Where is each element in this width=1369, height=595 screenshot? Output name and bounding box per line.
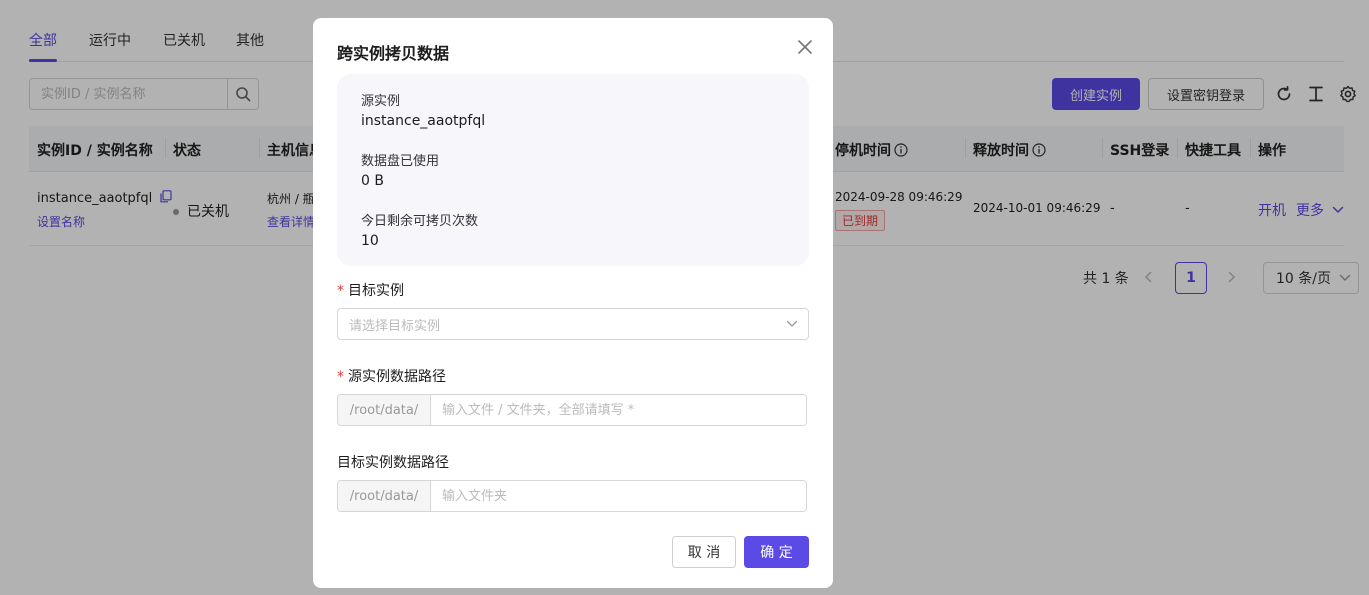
required-mark: * [337, 283, 344, 299]
target-path-input[interactable] [431, 481, 806, 511]
source-path-input[interactable] [431, 395, 806, 425]
source-instance-value: instance_aaotpfql [361, 113, 486, 129]
disk-used-value: 0 B [361, 173, 384, 189]
close-icon[interactable] [796, 38, 814, 56]
source-path-label: * 源实例数据路径 [337, 369, 446, 385]
confirm-button[interactable]: 确 定 [744, 536, 809, 568]
source-instance-label: 源实例 [361, 94, 401, 109]
target-path-prefix: /root/data/ [338, 481, 431, 511]
target-path-label: 目标实例数据路径 [337, 455, 449, 471]
copy-data-modal: 跨实例拷贝数据 源实例 instance_aaotpfql 数据盘已使用 0 B… [313, 18, 833, 588]
chevron-down-icon [786, 320, 798, 327]
target-instance-label: * 目标实例 [337, 283, 404, 299]
required-mark: * [337, 369, 344, 385]
disk-used-label: 数据盘已使用 [361, 154, 440, 169]
remaining-copies-label: 今日剩余可拷贝次数 [361, 214, 479, 229]
target-instance-select[interactable]: 请选择目标实例 [337, 308, 809, 340]
cancel-button[interactable]: 取 消 [672, 536, 736, 568]
source-path-group: /root/data/ [337, 394, 807, 426]
modal-title: 跨实例拷贝数据 [337, 44, 450, 63]
target-path-group: /root/data/ [337, 480, 807, 512]
source-info-card: 源实例 instance_aaotpfql 数据盘已使用 0 B 今日剩余可拷贝… [337, 74, 809, 266]
source-path-prefix: /root/data/ [338, 395, 431, 425]
remaining-copies-value: 10 [361, 233, 379, 249]
